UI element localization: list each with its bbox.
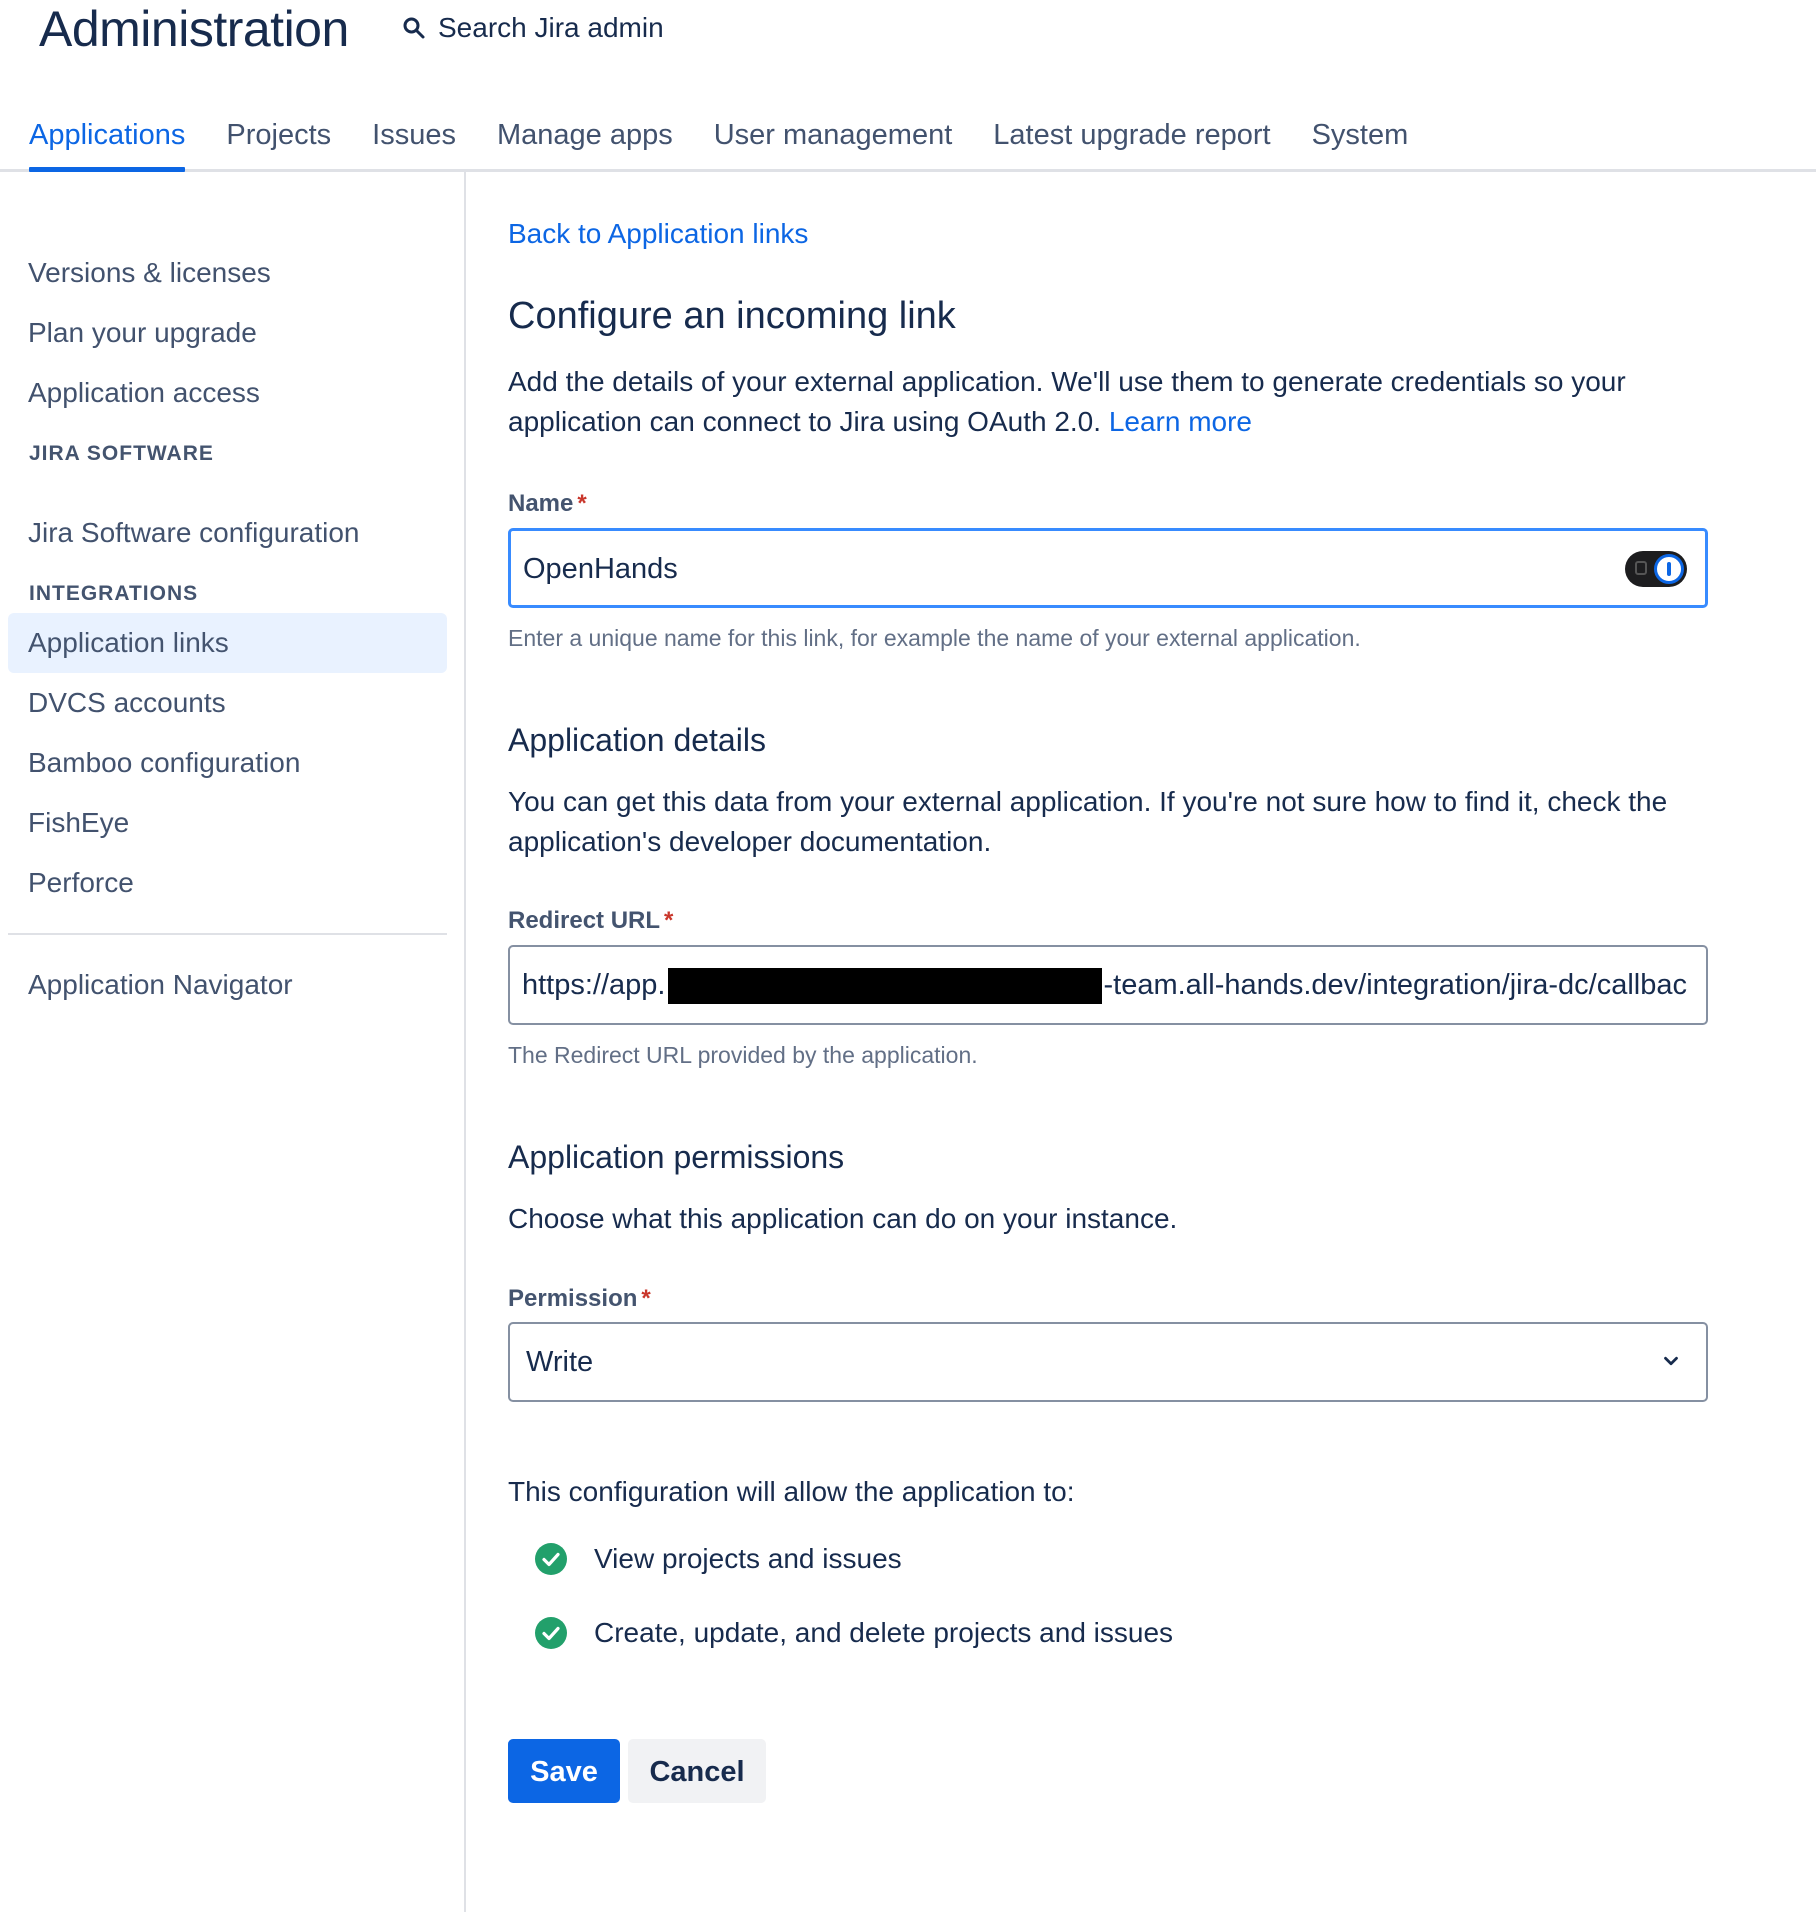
intro-text: Add the details of your external applica… bbox=[508, 362, 1708, 442]
permission-select[interactable]: Write bbox=[508, 1322, 1708, 1402]
sidebar-item-plan-upgrade[interactable]: Plan your upgrade bbox=[8, 303, 447, 363]
required-marker: * bbox=[577, 490, 587, 517]
search-icon bbox=[403, 17, 425, 39]
sidebar-item-jira-software-config[interactable]: Jira Software configuration bbox=[8, 503, 447, 563]
configure-heading: Configure an incoming link bbox=[508, 295, 956, 337]
tab-latest-upgrade-report[interactable]: Latest upgrade report bbox=[993, 110, 1270, 169]
back-to-application-links-link[interactable]: Back to Application links bbox=[508, 216, 808, 252]
sidebar-item-application-navigator[interactable]: Application Navigator bbox=[8, 955, 447, 1015]
redirect-url-label-text: Redirect URL bbox=[508, 907, 661, 934]
check-circle-icon bbox=[535, 1543, 567, 1575]
redirect-url-prefix: https://app. bbox=[522, 969, 666, 1001]
chevron-down-icon bbox=[1664, 1356, 1678, 1366]
tab-manage-apps[interactable]: Manage apps bbox=[497, 110, 673, 169]
check-circle-icon bbox=[535, 1617, 567, 1649]
admin-tabs: Applications Projects Issues Manage apps… bbox=[29, 110, 1449, 172]
tab-system[interactable]: System bbox=[1312, 110, 1409, 169]
application-permissions-heading: Application permissions bbox=[508, 1139, 845, 1175]
learn-more-link[interactable]: Learn more bbox=[1109, 406, 1252, 437]
search-label: Search Jira admin bbox=[438, 12, 664, 43]
allow-item: Create, update, and delete projects and … bbox=[534, 1616, 1173, 1650]
page-title: Administration bbox=[39, 1, 349, 57]
sidebar-item-application-access[interactable]: Application access bbox=[8, 363, 447, 423]
tab-projects[interactable]: Projects bbox=[226, 110, 331, 169]
allow-item-text: Create, update, and delete projects and … bbox=[594, 1617, 1174, 1648]
permission-label-text: Permission bbox=[508, 1285, 638, 1312]
sidebar-item-bamboo-configuration[interactable]: Bamboo configuration bbox=[8, 733, 447, 793]
sidebar-item-dvcs-accounts[interactable]: DVCS accounts bbox=[8, 673, 447, 733]
intro-text-body: Add the details of your external applica… bbox=[508, 366, 1626, 437]
name-label-text: Name bbox=[508, 490, 574, 517]
name-label: Name * bbox=[508, 490, 587, 518]
redirect-url-field[interactable]: https://app. -team.all-hands.dev/integrat… bbox=[508, 945, 1708, 1025]
sidebar-item-fisheye[interactable]: FishEye bbox=[8, 793, 447, 853]
cancel-button[interactable]: Cancel bbox=[628, 1739, 766, 1803]
redirect-url-label: Redirect URL * bbox=[508, 907, 673, 935]
application-permissions-text: Choose what this application can do on y… bbox=[508, 1203, 1178, 1234]
save-button[interactable]: Save bbox=[508, 1739, 620, 1803]
tab-issues[interactable]: Issues bbox=[372, 110, 456, 169]
name-helper-text: Enter a unique name for this link, for e… bbox=[508, 625, 1361, 651]
allow-item: View projects and issues bbox=[534, 1542, 902, 1576]
name-field[interactable]: OpenHands bbox=[508, 528, 1708, 608]
required-marker: * bbox=[664, 907, 674, 934]
application-details-text: You can get this data from your external… bbox=[508, 786, 1668, 857]
lock-icon bbox=[1635, 561, 1647, 575]
redirect-url-suffix: -team.all-hands.dev/integration/jira-dc/… bbox=[1103, 969, 1688, 1001]
sidebar-heading-integrations: INTEGRATIONS bbox=[29, 582, 199, 605]
password-manager-icon bbox=[1654, 554, 1684, 584]
permission-select-value: Write bbox=[526, 1346, 594, 1378]
sidebar-item-application-links[interactable]: Application links bbox=[8, 613, 447, 673]
tab-applications[interactable]: Applications bbox=[29, 110, 186, 172]
required-marker: * bbox=[641, 1285, 651, 1312]
sidebar-divider bbox=[8, 933, 447, 935]
sidebar-heading-jira-software: JIRA SOFTWARE bbox=[29, 442, 214, 465]
application-details-heading: Application details bbox=[508, 722, 766, 758]
allow-text: This configuration will allow the applic… bbox=[508, 1476, 1075, 1507]
sidebar-item-versions-licenses[interactable]: Versions & licenses bbox=[8, 243, 447, 303]
allow-item-text: View projects and issues bbox=[594, 1543, 902, 1574]
redirect-url-value: https://app. -team.all-hands.dev/integrat… bbox=[522, 947, 1698, 1023]
sidebar: Versions & licenses Plan your upgrade Ap… bbox=[0, 172, 466, 1912]
sidebar-item-perforce[interactable]: Perforce bbox=[8, 853, 447, 913]
redirect-url-helper-text: The Redirect URL provided by the applica… bbox=[508, 1042, 978, 1068]
password-manager-toggle[interactable] bbox=[1625, 551, 1687, 587]
permission-label: Permission * bbox=[508, 1285, 651, 1313]
admin-header: Administration Search Jira admin Applica… bbox=[0, 0, 1816, 172]
tab-user-management[interactable]: User management bbox=[714, 110, 953, 169]
redacted-block bbox=[667, 968, 1102, 1005]
search-jira-admin[interactable]: Search Jira admin bbox=[402, 8, 664, 48]
name-field-value: OpenHands bbox=[523, 553, 678, 585]
